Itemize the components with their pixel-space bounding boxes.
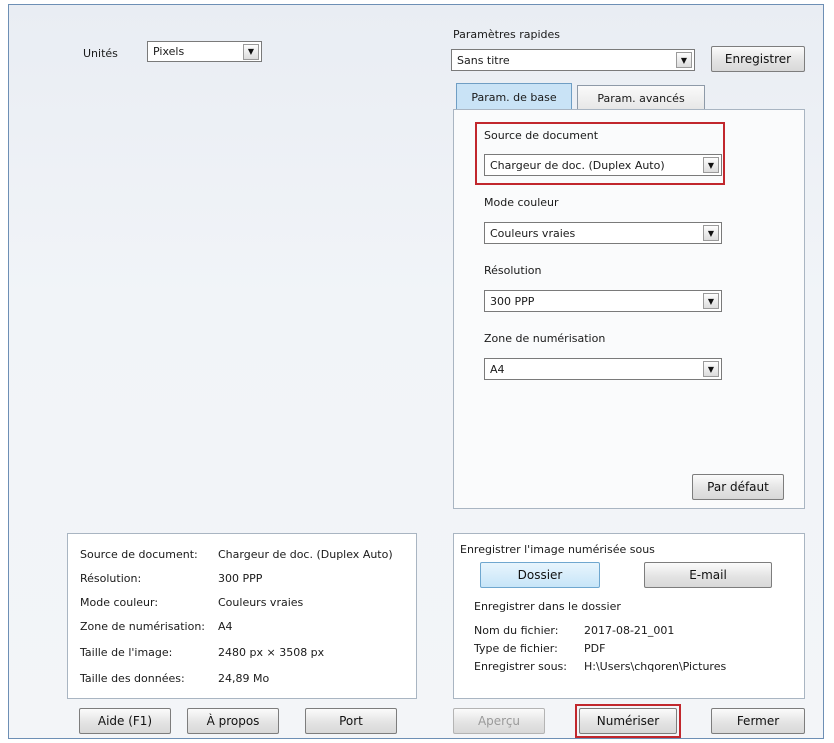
summary-data-size-label: Taille des données: (80, 672, 185, 685)
source-highlight (475, 122, 725, 185)
file-name-value: 2017-08-21_001 (584, 624, 675, 637)
about-button[interactable]: À propos (187, 708, 279, 734)
chevron-down-icon: ▼ (676, 52, 692, 68)
file-type-label: Type de fichier: (474, 642, 558, 655)
file-name-label: Nom du fichier: (474, 624, 559, 637)
default-button[interactable]: Par défaut (692, 474, 784, 500)
scan-area-value: A4 (490, 362, 505, 376)
preview-button[interactable]: Aperçu (453, 708, 545, 734)
tab-advanced-settings[interactable]: Param. avancés (577, 85, 705, 110)
scan-dialog: Unités Pixels ▼ Paramètres rapides Sans … (8, 4, 824, 739)
email-button[interactable]: E-mail (644, 562, 772, 588)
scan-area-label: Zone de numérisation (484, 332, 606, 345)
summary-resolution-value: 300 PPP (218, 572, 263, 585)
port-button[interactable]: Port (305, 708, 397, 734)
color-mode-label: Mode couleur (484, 196, 559, 209)
save-location-value: H:\Users\chqoren\Pictures (584, 660, 727, 673)
scan-area-select[interactable]: A4 ▼ (484, 358, 722, 380)
summary-source-label: Source de document: (80, 548, 198, 561)
summary-area-value: A4 (218, 620, 233, 633)
units-label: Unités (83, 47, 118, 60)
save-as-panel: Enregistrer l'image numérisée sous Dossi… (453, 533, 805, 699)
chevron-down-icon: ▼ (243, 43, 259, 60)
save-quick-settings-button[interactable]: Enregistrer (711, 46, 805, 72)
folder-button[interactable]: Dossier (480, 562, 600, 588)
summary-color-value: Couleurs vraies (218, 596, 304, 609)
chevron-down-icon: ▼ (703, 225, 719, 241)
chevron-down-icon: ▼ (703, 293, 719, 309)
resolution-label: Résolution (484, 264, 542, 277)
summary-color-label: Mode couleur: (80, 596, 159, 609)
summary-image-size-label: Taille de l'image: (80, 646, 173, 659)
units-value: Pixels (153, 45, 185, 58)
tab-basic-settings[interactable]: Param. de base (456, 83, 572, 110)
quick-settings-label: Paramètres rapides (453, 28, 560, 41)
save-location-label: Enregistrer sous: (474, 660, 567, 673)
save-folder-subtitle: Enregistrer dans le dossier (474, 600, 621, 613)
summary-resolution-label: Résolution: (80, 572, 142, 585)
summary-data-size-value: 24,89 Mo (218, 672, 270, 685)
units-select[interactable]: Pixels ▼ (147, 41, 262, 62)
resolution-select[interactable]: 300 PPP ▼ (484, 290, 722, 312)
scan-button-highlight (575, 704, 681, 738)
resolution-value: 300 PPP (490, 294, 535, 308)
summary-image-size-value: 2480 px × 3508 px (218, 646, 325, 659)
quick-settings-select[interactable]: Sans titre ▼ (451, 49, 695, 71)
save-as-title: Enregistrer l'image numérisée sous (460, 543, 655, 556)
chevron-down-icon: ▼ (703, 361, 719, 377)
summary-area-label: Zone de numérisation: (80, 620, 206, 633)
color-mode-select[interactable]: Couleurs vraies ▼ (484, 222, 722, 244)
color-mode-value: Couleurs vraies (490, 226, 576, 240)
file-type-value: PDF (584, 642, 606, 655)
quick-settings-value: Sans titre (457, 53, 510, 67)
close-button[interactable]: Fermer (711, 708, 805, 734)
summary-source-value: Chargeur de doc. (Duplex Auto) (218, 548, 393, 561)
help-button[interactable]: Aide (F1) (79, 708, 171, 734)
summary-panel: Source de document: Chargeur de doc. (Du… (67, 533, 417, 699)
